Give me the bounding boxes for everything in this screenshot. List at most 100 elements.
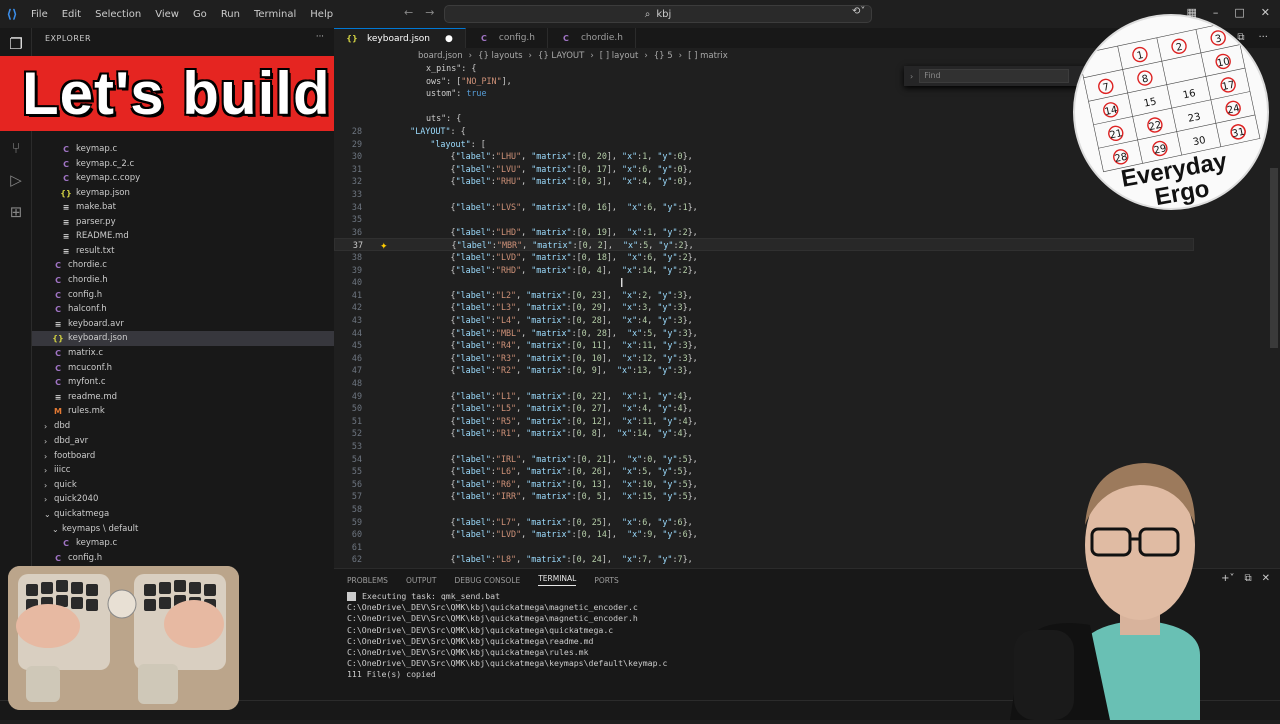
file-item[interactable]: Cmatrix.c <box>32 346 334 361</box>
file-item[interactable]: Cmyfont.c <box>32 375 334 390</box>
more-actions-icon[interactable]: ··· <box>316 32 324 42</box>
chevron-down-icon[interactable]: ⌄ <box>52 525 62 534</box>
code-line[interactable]: 50 {"label":"L5", "matrix":[0, 27], "x":… <box>334 402 1194 415</box>
code-line[interactable]: 36 {"label":"LHD", "matrix":[0, 19], "x"… <box>334 226 1194 239</box>
toggle-replace-icon[interactable]: › <box>910 72 913 81</box>
back-arrow-icon[interactable]: ← <box>404 6 425 19</box>
code-line[interactable]: 39 {"label":"RHD", "matrix":[0, 4], "x":… <box>334 264 1194 277</box>
file-item[interactable]: Cconfig.h <box>32 551 334 566</box>
source-control-icon[interactable]: ⑂ <box>0 132 32 164</box>
find-input[interactable]: Find <box>919 69 1070 83</box>
file-item[interactable]: ≡ keyboard.avr <box>32 317 334 332</box>
menu-terminal[interactable]: Terminal <box>247 9 303 20</box>
code-line[interactable]: 34 {"label":"LVS", "matrix":[0, 16], "x"… <box>334 201 1194 214</box>
code-line[interactable]: 30 {"label":"LHU", "matrix":[0, 20], "x"… <box>334 150 1194 163</box>
menu-help[interactable]: Help <box>303 9 340 20</box>
file-item[interactable]: Ckeymap.c <box>32 142 334 157</box>
file-item[interactable]: {} keymap.json <box>32 186 334 201</box>
code-line[interactable]: 33 <box>334 188 1194 201</box>
code-line[interactable]: ustom": true <box>334 87 1194 100</box>
chevron-down-icon[interactable]: ⌄ <box>44 510 54 519</box>
menu-go[interactable]: Go <box>186 9 214 20</box>
file-item[interactable]: Ckeymap.c_2.c <box>32 157 334 172</box>
folder-item[interactable]: › footboard <box>32 449 334 464</box>
breadcrumb-item[interactable]: {} 5 <box>654 51 673 61</box>
code-line[interactable]: 47 {"label":"R2", "matrix":[0, 9], "x":1… <box>334 364 1194 377</box>
chevron-right-icon[interactable]: › <box>44 495 54 504</box>
file-item[interactable]: Cchordie.h <box>32 273 334 288</box>
folder-item[interactable]: › quick2040 <box>32 492 334 507</box>
code-line[interactable]: 31 {"label":"LVU", "matrix":[0, 17], "x"… <box>334 163 1194 176</box>
editor-scrollbar[interactable] <box>1270 168 1278 348</box>
more-icon[interactable]: ··· <box>1258 32 1268 43</box>
code-line[interactable]: 41 {"label":"L2", "matrix":[0, 23], "x":… <box>334 289 1194 302</box>
close-icon[interactable]: ✕ <box>1261 6 1270 19</box>
file-item[interactable]: Cconfig.h <box>32 288 334 303</box>
file-item[interactable]: ≡ result.txt <box>32 244 334 259</box>
lightbulb-icon[interactable]: ✦ <box>380 242 388 252</box>
run-debug-icon[interactable]: ▷ <box>0 164 32 196</box>
tab-chordie-h[interactable]: C chordie.h <box>548 28 637 48</box>
tab-terminal[interactable]: TERMINAL <box>538 574 577 586</box>
breadcrumb-item[interactable]: [ ] matrix <box>688 51 728 61</box>
folder-item[interactable]: ⌄ quickatmega <box>32 507 334 522</box>
tab-keyboard-json[interactable]: {} keyboard.json ● <box>334 28 466 48</box>
code-line[interactable]: 35 <box>334 213 1194 226</box>
minimize-icon[interactable]: – <box>1213 6 1219 19</box>
menu-view[interactable]: View <box>148 9 186 20</box>
maximize-icon[interactable]: □ <box>1234 6 1244 19</box>
copilot-icon[interactable]: ⟲˅ <box>852 6 865 17</box>
chevron-right-icon[interactable]: › <box>44 481 54 490</box>
code-line[interactable]: 28 "LAYOUT": { <box>334 125 1194 138</box>
command-center-search[interactable]: ⌕ kbj <box>444 5 872 23</box>
code-line[interactable]: 44 {"label":"MBL", "matrix":[0, 28], "x"… <box>334 327 1194 340</box>
code-line[interactable]: 38 {"label":"LVD", "matrix":[0, 18], "x"… <box>334 251 1194 264</box>
code-line[interactable]: 29 "layout": [ <box>334 138 1194 151</box>
code-line[interactable]: 43 {"label":"L4", "matrix":[0, 28], "x":… <box>334 314 1194 327</box>
breadcrumb-item[interactable]: {} LAYOUT <box>538 51 584 61</box>
folder-item[interactable]: › dbd <box>32 419 334 434</box>
file-item[interactable]: Chalconf.h <box>32 302 334 317</box>
breadcrumb-item[interactable]: board.json <box>418 51 463 61</box>
file-item[interactable]: ≡ README.md <box>32 229 334 244</box>
tab-output[interactable]: OUTPUT <box>406 576 437 585</box>
folder-item[interactable]: ⌄ keymaps \ default <box>32 522 334 537</box>
file-item[interactable]: Ckeymap.c <box>32 536 334 551</box>
breadcrumb-item[interactable]: {} layouts <box>478 51 522 61</box>
tab-ports[interactable]: PORTS <box>594 576 618 585</box>
folder-item[interactable]: › iiicc <box>32 463 334 478</box>
code-line[interactable]: 51 {"label":"R5", "matrix":[0, 12], "x":… <box>334 415 1194 428</box>
code-line[interactable]: 49 {"label":"L1", "matrix":[0, 22], "x":… <box>334 390 1194 403</box>
tab-problems[interactable]: PROBLEMS <box>347 576 388 585</box>
folder-item[interactable]: › dbd_avr <box>32 434 334 449</box>
code-line[interactable]: 52 {"label":"R1", "matrix":[0, 8], "x":1… <box>334 427 1194 440</box>
chevron-right-icon[interactable]: › <box>44 422 54 431</box>
code-line[interactable]: 32 {"label":"RHU", "matrix":[0, 3], "x":… <box>334 175 1194 188</box>
code-line[interactable]: 37 {"label":"MBR", "matrix":[0, 2], "x":… <box>334 238 1194 251</box>
menu-file[interactable]: File <box>24 9 55 20</box>
menu-run[interactable]: Run <box>214 9 247 20</box>
folder-item[interactable]: › quick <box>32 478 334 493</box>
chevron-right-icon[interactable]: › <box>44 466 54 475</box>
code-line[interactable]: 46 {"label":"R3", "matrix":[0, 10], "x":… <box>334 352 1194 365</box>
chevron-right-icon[interactable]: › <box>44 452 54 461</box>
tab-config-h[interactable]: C config.h <box>466 28 548 48</box>
nav-arrows[interactable]: ←→ <box>404 6 446 19</box>
chevron-right-icon[interactable]: › <box>44 437 54 446</box>
file-item[interactable]: Mrules.mk <box>32 404 334 419</box>
code-line[interactable] <box>334 100 1194 113</box>
file-item[interactable]: {} keyboard.json <box>32 331 334 346</box>
code-line[interactable]: uts": { <box>334 112 1194 125</box>
code-line[interactable]: 48 <box>334 377 1194 390</box>
extensions-icon[interactable]: ⊞ <box>0 196 32 228</box>
tab-debug-console[interactable]: DEBUG CONSOLE <box>455 576 521 585</box>
file-item[interactable]: Cchordie.c <box>32 258 334 273</box>
code-line[interactable]: 40 <box>334 276 1194 289</box>
file-item[interactable]: Cmcuconf.h <box>32 361 334 376</box>
code-line[interactable]: 53 <box>334 440 1194 453</box>
menu-selection[interactable]: Selection <box>88 9 148 20</box>
file-item[interactable]: ≡ parser.py <box>32 215 334 230</box>
code-line[interactable]: 42 {"label":"L3", "matrix":[0, 29], "x":… <box>334 301 1194 314</box>
file-item[interactable]: ≡ readme.md <box>32 390 334 405</box>
file-item[interactable]: Ckeymap.c.copy <box>32 171 334 186</box>
